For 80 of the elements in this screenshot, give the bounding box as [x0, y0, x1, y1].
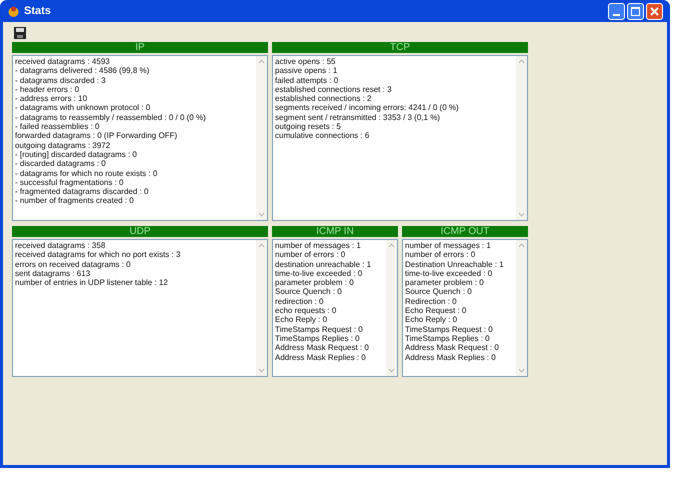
stat-line: outgoing resets : 5: [275, 122, 342, 132]
stat-line: TimeStamps Replies : 0: [405, 334, 491, 344]
stat-line: - discarded datagrams : 0: [15, 159, 107, 169]
stat-line: number of errors : 0: [275, 250, 346, 260]
stat-line: forwarded datagrams : 0 (IP Forwarding OFF): [15, 131, 178, 141]
stat-line: - fragmented datagrams discarded : 0: [15, 187, 150, 196]
stat-line: errors on received datagrams : 0: [15, 260, 132, 269]
scrollbar[interactable]: [256, 56, 267, 220]
scrollbar[interactable]: [386, 240, 397, 376]
panel-header: UDP: [12, 226, 268, 237]
stat-line: Address Mask Replies : 0: [275, 352, 367, 362]
text-area[interactable]: received datagrams : 358 received datagrams for which no port exists : 3 errors on received datagrams : 0 sent datagrams : 613 number of entries in UDP listener table : 12: [12, 239, 268, 377]
stat-line: - header errors : 0: [15, 84, 80, 94]
stat-line: active opens : 55: [275, 57, 336, 66]
maximize-button[interactable]: [627, 2, 644, 20]
scrollbar[interactable]: [516, 56, 527, 220]
stat-line: time-to-live exceeded : 0: [275, 268, 364, 278]
stat-line: parameter problem : 0: [405, 278, 485, 288]
stat-line: number of entries in UDP listener table : 12: [15, 278, 169, 288]
stat-line: time-to-live exceeded : 0: [405, 268, 494, 278]
stat-line: - failed reassemblies : 0: [15, 122, 100, 132]
stat-line: received datagrams for which no port exists : 3: [15, 250, 182, 260]
stat-line: Destination Unreachable : 1: [405, 260, 505, 269]
stat-line: number of messages : 1: [275, 241, 362, 250]
text-area[interactable]: [12, 55, 268, 221]
scrollbar[interactable]: [516, 240, 527, 376]
stat-line: Redirection : 0: [405, 296, 458, 306]
stat-line: Echo Reply : 0: [275, 315, 328, 325]
window-title: Stats: [24, 4, 51, 19]
stat-line: echo requests : 0: [275, 306, 338, 316]
stat-line: - datagrams delivered : 4586 (99,8 %): [15, 66, 150, 76]
panel-header: ICMP OUT: [402, 226, 528, 237]
stat-line: Address Mask Request : 0: [275, 343, 370, 353]
stat-line: outgoing datagrams : 3972: [15, 140, 112, 150]
stat-line: Echo Request : 0: [405, 306, 468, 316]
stat-line: - datagrams for which no route exists : 0: [15, 168, 158, 178]
maximize-icon: [631, 6, 640, 16]
close-button[interactable]: [646, 2, 663, 20]
stat-line: destination unreachable : 1: [275, 260, 372, 269]
stat-line: cumulative connections : 6: [275, 131, 370, 141]
stat-line: number of messages : 1: [405, 241, 492, 250]
stat-line: established connections : 2: [275, 94, 373, 104]
stat-line: - datagrams discarded : 3: [15, 76, 107, 85]
stat-line: - successful fragmentations : 0: [15, 178, 124, 188]
stat-line: segments received / incoming errors: 4241 / 0 (0 %): [275, 103, 460, 113]
stat-line: parameter problem : 0: [275, 278, 355, 288]
stat-line: Address Mask Replies : 0: [405, 352, 497, 362]
panel-header: IP: [12, 42, 268, 53]
stat-line: segment sent / retransmitted : 3353 / 3 (0,1 %): [275, 112, 441, 122]
stat-line: - [routing] discarded datagrams : 0: [15, 150, 138, 160]
stat-line: - datagrams with unknown protocol : 0: [15, 103, 152, 113]
stat-line: redirection : 0: [275, 296, 324, 306]
stat-line: - number of fragments created : 0: [15, 196, 135, 206]
app-icon: [7, 4, 20, 18]
stat-line: Echo Reply : 0: [405, 315, 458, 325]
stat-line: Source Quench : 0: [405, 287, 473, 297]
stat-line: sent datagrams : 613: [15, 268, 90, 278]
stat-line: failed attempts : 0: [275, 76, 340, 85]
stat-line: - datagrams to reassembly / reassembled : 0 / 0 (0 %): [15, 112, 207, 122]
stat-line: received datagrams : 4593: [15, 57, 111, 66]
stat-line: - address errors : 10: [15, 94, 88, 104]
panel-header: ICMP IN: [272, 226, 398, 237]
stat-line: number of errors : 0: [405, 250, 476, 260]
text-area[interactable]: [272, 55, 528, 221]
minimize-button[interactable]: [608, 2, 625, 20]
close-icon: [650, 6, 659, 16]
save-button[interactable]: [12, 25, 28, 41]
stat-line: Address Mask Request : 0: [405, 343, 500, 353]
text-area[interactable]: [272, 239, 398, 377]
minimize-icon: [613, 14, 620, 16]
stat-line: Source Quench : 0: [275, 287, 343, 297]
stat-line: passive opens : 1: [275, 66, 338, 76]
stat-line: TimeStamps Request : 0: [405, 324, 494, 334]
text-area[interactable]: [402, 239, 528, 377]
panel-header: TCP: [272, 42, 528, 53]
stat-line: TimeStamps Request : 0: [275, 324, 364, 334]
scrollbar[interactable]: [256, 240, 267, 376]
stat-line: established connections reset : 3: [275, 84, 393, 94]
stat-line: received datagrams : 358: [15, 241, 106, 250]
stat-line: TimeStamps Replies : 0: [275, 334, 361, 344]
